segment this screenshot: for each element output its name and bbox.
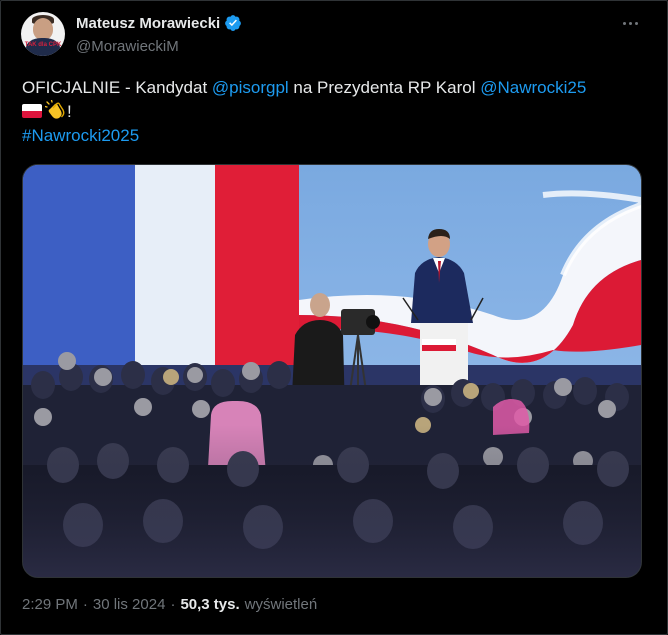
author-name-row[interactable]: Mateusz Morawiecki <box>76 14 242 32</box>
author-display-name[interactable]: Mateusz Morawiecki <box>76 15 220 32</box>
tweet-line-1: OFICJALNIE - Kandydat @pisorgpl na Prezy… <box>22 76 652 100</box>
tweet-date[interactable]: 30 lis 2024 <box>93 596 166 613</box>
clapping-hands-icon <box>44 99 67 120</box>
verified-badge-icon <box>224 14 242 32</box>
avatar-logo-text: TAK dla CPK <box>24 42 62 48</box>
red-stage-panel <box>215 165 299 395</box>
tweet-text-middle: na Prezydenta RP Karol <box>288 78 481 97</box>
hashtag-nawrocki2025-link[interactable]: #Nawrocki2025 <box>22 126 139 145</box>
meta-separator-2: · <box>170 596 176 613</box>
tweet-line2-suffix: ! <box>67 102 72 121</box>
tweet-line-2: ! <box>22 99 652 124</box>
event-photo-illustration <box>23 165 641 577</box>
poland-flag-icon <box>22 104 42 118</box>
tweet-text-prefix: OFICJALNIE - Kandydat <box>22 78 212 97</box>
tweet-time[interactable]: 2:29 PM <box>22 596 78 613</box>
avatar-face <box>33 18 53 40</box>
meta-separator: · <box>82 596 88 613</box>
tweet-meta: 2:29 PM · 30 lis 2024 · 50,3 tys. wyświe… <box>22 596 317 613</box>
mention-pisorgpl-link[interactable]: @pisorgpl <box>212 78 289 97</box>
tweet-photo[interactable] <box>22 164 642 578</box>
tweet-text: OFICJALNIE - Kandydat @pisorgpl na Prezy… <box>22 76 652 148</box>
more-options-icon[interactable] <box>617 12 643 34</box>
tweet-line-3: #Nawrocki2025 <box>22 124 652 148</box>
views-label: wyświetleń <box>244 596 318 613</box>
views-count: 50,3 tys. <box>180 596 240 613</box>
avatar[interactable]: TAK dla CPK <box>21 12 65 56</box>
author-handle[interactable]: @MorawieckiM <box>76 38 179 55</box>
blue-stage-panel <box>23 165 135 395</box>
mention-nawrocki25-link[interactable]: @Nawrocki25 <box>480 78 586 97</box>
